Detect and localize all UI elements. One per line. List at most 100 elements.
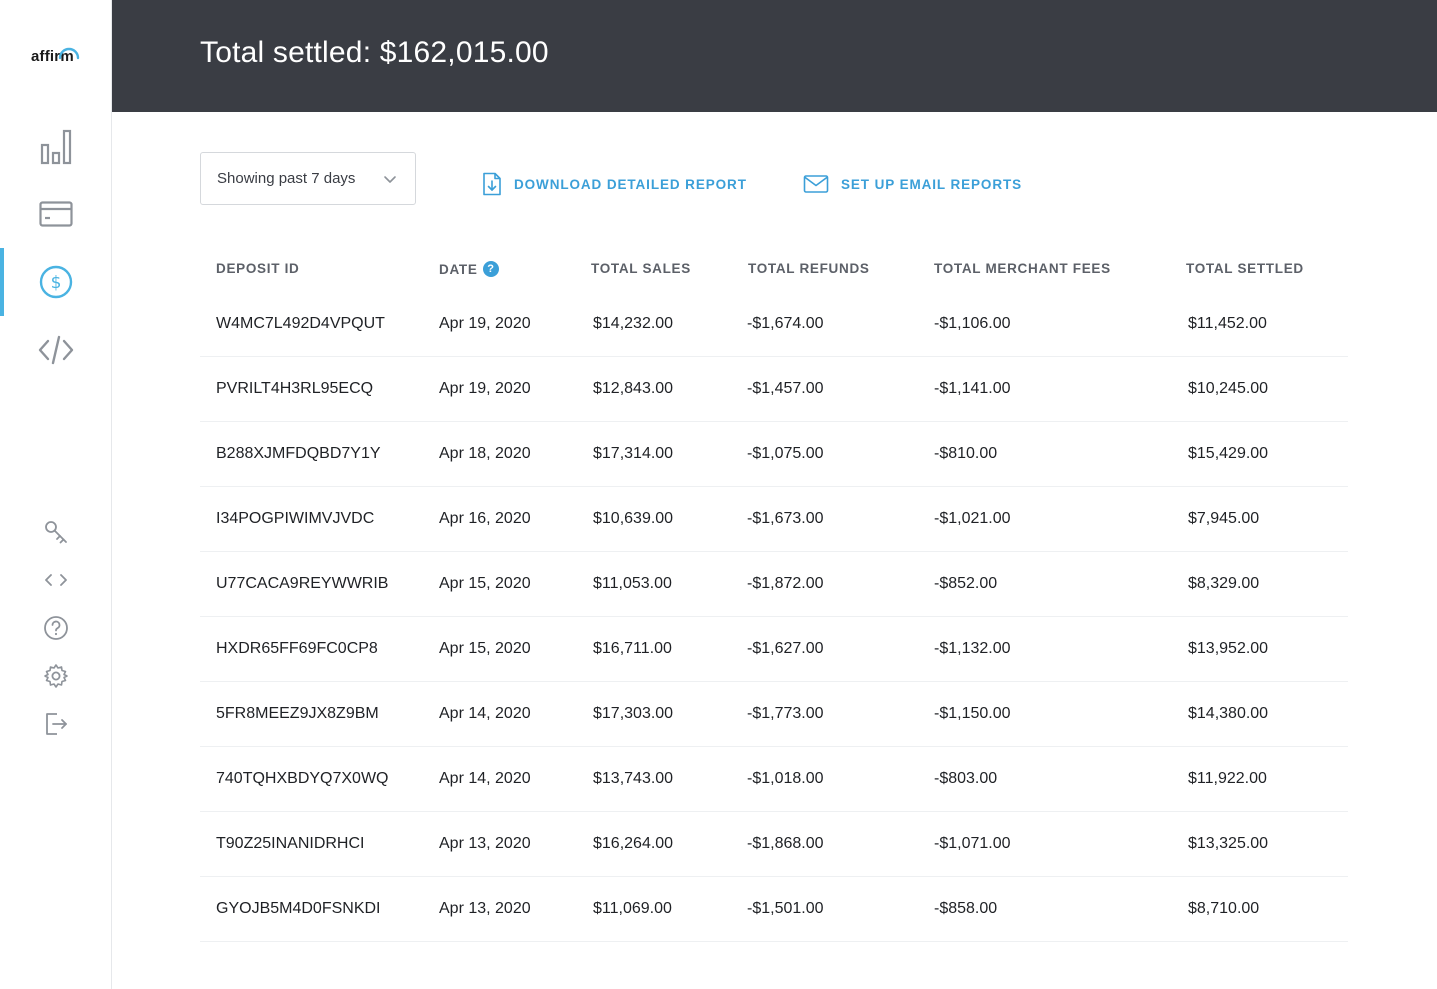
total-refunds-cell: -$1,627.00 [747,640,824,657]
total-settled-cell: $8,710.00 [1188,900,1260,917]
column-header-total-refunds[interactable]: TOTAL REFUNDS [748,261,870,276]
deposit-id-cell[interactable]: U77CACA9REYWWRIB [216,575,388,593]
key-icon [45,521,67,544]
date-cell: Apr 15, 2020 [439,640,531,657]
deposit-id-cell[interactable]: B288XJMFDQBD7Y1Y [216,445,381,463]
credit-card-icon [39,201,73,227]
merchant-fees-cell: -$1,106.00 [934,315,1011,332]
total-settled-cell: $14,380.00 [1188,705,1269,722]
total-refunds-cell: -$1,872.00 [747,575,824,592]
bar-chart-icon [40,129,72,165]
total-settled-cell: $8,329.00 [1188,575,1260,592]
column-header-deposit-id[interactable]: DEPOSIT ID [216,261,300,276]
nav-analytics[interactable] [0,113,112,181]
total-settled-cell: $7,945.00 [1188,510,1260,527]
deposit-id-cell[interactable]: 740TQHXBDYQ7X0WQ [216,770,389,788]
table-row[interactable]: U77CACA9REYWWRIB Apr 15, 2020 $11,053.00… [200,552,1348,617]
date-cell: Apr 19, 2020 [439,315,531,332]
date-help-icon[interactable]: ? [482,261,499,277]
deposit-id-cell[interactable]: T90Z25INANIDRHCI [216,835,364,853]
total-refunds-cell: -$1,501.00 [747,900,824,917]
total-refunds-cell: -$1,673.00 [747,510,824,527]
svg-text:$: $ [51,273,62,293]
merchant-fees-cell: -$1,021.00 [934,510,1011,527]
download-file-icon [483,172,501,196]
code-icon [38,335,74,365]
column-header-total-settled[interactable]: TOTAL SETTLED [1186,261,1304,276]
help-button[interactable] [36,608,76,648]
embed-button[interactable] [36,560,76,600]
page-title: Total settled: $162,015.00 [200,36,549,69]
total-settled-cell: $11,452.00 [1188,315,1267,332]
chevron-down-icon [384,176,396,183]
deposit-id-cell[interactable]: GYOJB5M4D0FSNKDI [216,900,380,918]
column-header-merchant-fees[interactable]: TOTAL MERCHANT FEES [934,261,1111,276]
nav-transactions[interactable] [0,180,112,248]
settlements-table: DEPOSIT ID DATE ? TOTAL SALES TOTAL REFU… [200,250,1348,942]
sidebar: affirm $ [0,0,112,989]
total-refunds-cell: -$1,674.00 [747,315,824,332]
help-icon [44,616,68,640]
column-header-total-sales[interactable]: TOTAL SALES [591,261,691,276]
date-cell: Apr 19, 2020 [439,380,531,397]
merchant-fees-cell: -$1,132.00 [934,640,1011,657]
table-row[interactable]: 740TQHXBDYQ7X0WQ Apr 14, 2020 $13,743.00… [200,747,1348,812]
date-range-select[interactable]: Showing past 7 days [200,152,416,205]
date-cell: Apr 14, 2020 [439,705,531,722]
download-report-button[interactable]: DOWNLOAD DETAILED REPORT [482,172,747,196]
table-row[interactable]: 5FR8MEEZ9JX8Z9BM Apr 14, 2020 $17,303.00… [200,682,1348,747]
total-sales-cell: $11,069.00 [593,900,672,917]
email-reports-button[interactable]: SET UP EMAIL REPORTS [803,172,1022,196]
table-row[interactable]: I34POGPIWIMVJVDC Apr 16, 2020 $10,639.00… [200,487,1348,552]
total-settled-cell: $10,245.00 [1188,380,1269,397]
total-sales-cell: $14,232.00 [593,315,674,332]
merchant-fees-cell: -$803.00 [934,770,998,787]
date-cell: Apr 16, 2020 [439,510,531,527]
gear-icon [44,664,68,688]
dollar-circle-icon: $ [39,265,73,299]
table-row[interactable]: HXDR65FF69FC0CP8 Apr 15, 2020 $16,711.00… [200,617,1348,682]
envelope-icon [803,175,829,193]
table-row[interactable]: PVRILT4H3RL95ECQ Apr 19, 2020 $12,843.00… [200,357,1348,422]
table-row[interactable]: B288XJMFDQBD7Y1Y Apr 18, 2020 $17,314.00… [200,422,1348,487]
date-cell: Apr 13, 2020 [439,900,531,917]
total-sales-cell: $13,743.00 [593,770,674,787]
api-keys-button[interactable] [36,512,76,552]
table-header: DEPOSIT ID DATE ? TOTAL SALES TOTAL REFU… [200,250,1348,292]
nav-developer[interactable] [0,316,112,384]
deposit-id-cell[interactable]: W4MC7L492D4VPQUT [216,315,385,333]
merchant-fees-cell: -$1,150.00 [934,705,1011,722]
merchant-fees-cell: -$1,141.00 [934,380,1011,397]
logout-button[interactable] [36,704,76,744]
table-row[interactable]: W4MC7L492D4VPQUT Apr 19, 2020 $14,232.00… [200,292,1348,357]
deposit-id-cell[interactable]: I34POGPIWIMVJVDC [216,510,374,528]
total-settled-cell: $13,952.00 [1188,640,1269,657]
total-settled-cell: $13,325.00 [1188,835,1269,852]
total-refunds-cell: -$1,868.00 [747,835,824,852]
total-sales-cell: $17,314.00 [593,445,674,462]
total-refunds-cell: -$1,075.00 [747,445,824,462]
affirm-logo-arc [58,47,80,60]
deposit-id-cell[interactable]: HXDR65FF69FC0CP8 [216,640,378,658]
deposit-id-cell[interactable]: 5FR8MEEZ9JX8Z9BM [216,705,379,723]
table-row[interactable]: GYOJB5M4D0FSNKDI Apr 13, 2020 $11,069.00… [200,877,1348,942]
date-cell: Apr 14, 2020 [439,770,531,787]
code-small-icon [45,574,67,586]
settings-button[interactable] [36,656,76,696]
merchant-fees-cell: -$858.00 [934,900,998,917]
date-range-label: Showing past 7 days [217,170,356,187]
column-header-date[interactable]: DATE ? [439,261,499,277]
date-cell: Apr 15, 2020 [439,575,531,592]
total-sales-cell: $17,303.00 [593,705,674,722]
total-settled-cell: $11,922.00 [1188,770,1267,787]
nav-settlements[interactable]: $ [0,248,112,316]
total-sales-cell: $16,711.00 [593,640,672,657]
total-sales-cell: $10,639.00 [593,510,674,527]
total-sales-cell: $16,264.00 [593,835,674,852]
date-cell: Apr 18, 2020 [439,445,531,462]
table-row[interactable]: T90Z25INANIDRHCI Apr 13, 2020 $16,264.00… [200,812,1348,877]
total-settled-cell: $15,429.00 [1188,445,1269,462]
email-reports-label: SET UP EMAIL REPORTS [841,176,1023,192]
page-header: Total settled: $162,015.00 [112,0,1437,112]
deposit-id-cell[interactable]: PVRILT4H3RL95ECQ [216,380,373,398]
